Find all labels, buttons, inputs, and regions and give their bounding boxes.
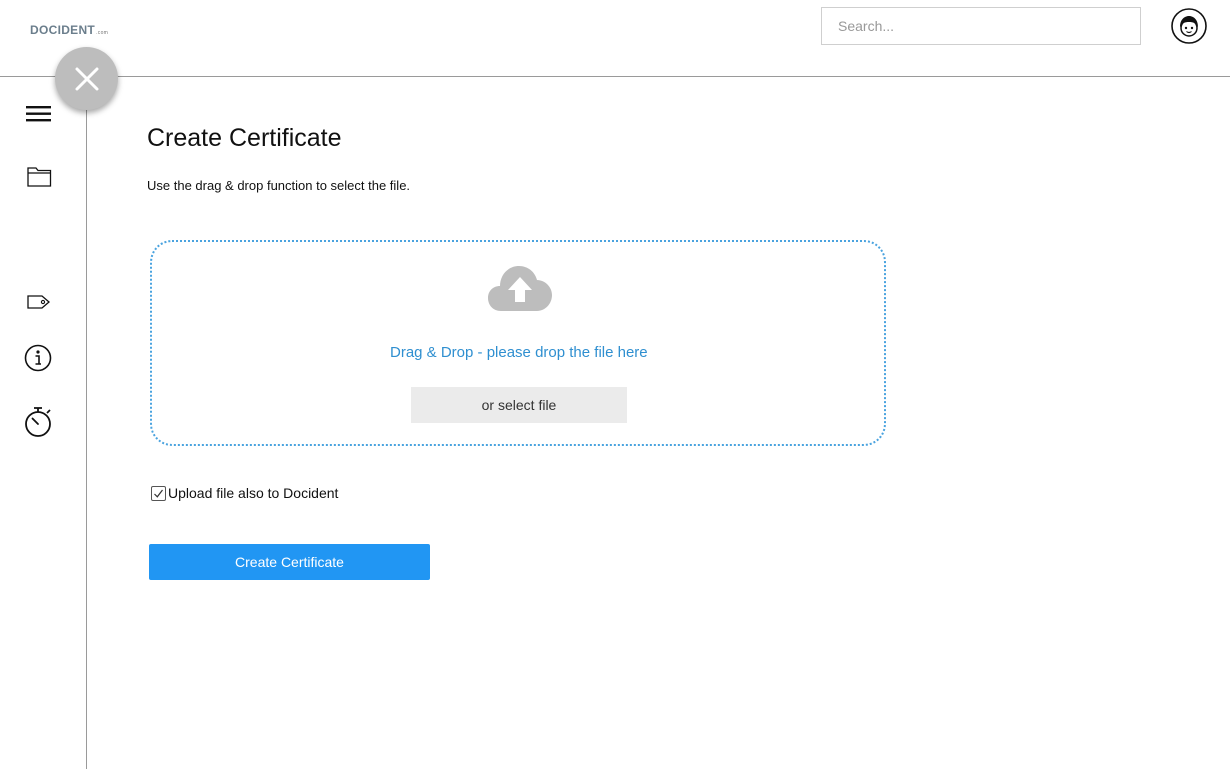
top-header: DOCIDENT.com xyxy=(0,0,1230,77)
logo-tld: .com xyxy=(96,30,109,36)
dropzone-text: Drag & Drop - please drop the file here xyxy=(390,344,648,361)
sidebar-divider xyxy=(86,77,87,769)
folder-icon xyxy=(27,167,52,187)
cloud-upload-icon xyxy=(488,266,552,311)
page-title: Create Certificate xyxy=(147,124,342,152)
folder-button[interactable] xyxy=(27,165,52,192)
checkmark-icon xyxy=(154,489,163,498)
tag-icon xyxy=(27,295,50,309)
info-icon xyxy=(24,344,52,372)
docident-logo[interactable]: DOCIDENT.com xyxy=(30,23,108,37)
create-certificate-button[interactable]: Create Certificate xyxy=(149,544,430,580)
info-button[interactable] xyxy=(24,344,52,377)
close-icon xyxy=(75,67,98,90)
tag-button[interactable] xyxy=(27,294,51,315)
select-file-button[interactable]: or select file xyxy=(411,387,627,423)
upload-option: Upload file also to Docident xyxy=(151,485,338,501)
cloud-upload xyxy=(487,262,553,314)
upload-option-label: Upload file also to Docident xyxy=(168,485,339,501)
stopwatch-icon xyxy=(25,407,51,437)
hamburger-menu-icon xyxy=(26,106,51,122)
close-button[interactable] xyxy=(55,47,118,110)
search-input[interactable] xyxy=(821,7,1141,45)
instructions-text: Use the drag & drop function to select t… xyxy=(147,178,411,193)
menu-button[interactable] xyxy=(26,105,52,128)
user-avatar[interactable] xyxy=(1171,8,1207,44)
file-dropzone[interactable]: Drag & Drop - please drop the file here … xyxy=(150,240,886,446)
upload-checkbox[interactable] xyxy=(151,485,166,501)
timer-button[interactable] xyxy=(24,406,53,443)
logo-text: DOCIDENT xyxy=(30,23,96,37)
user-avatar-icon xyxy=(1171,8,1207,44)
